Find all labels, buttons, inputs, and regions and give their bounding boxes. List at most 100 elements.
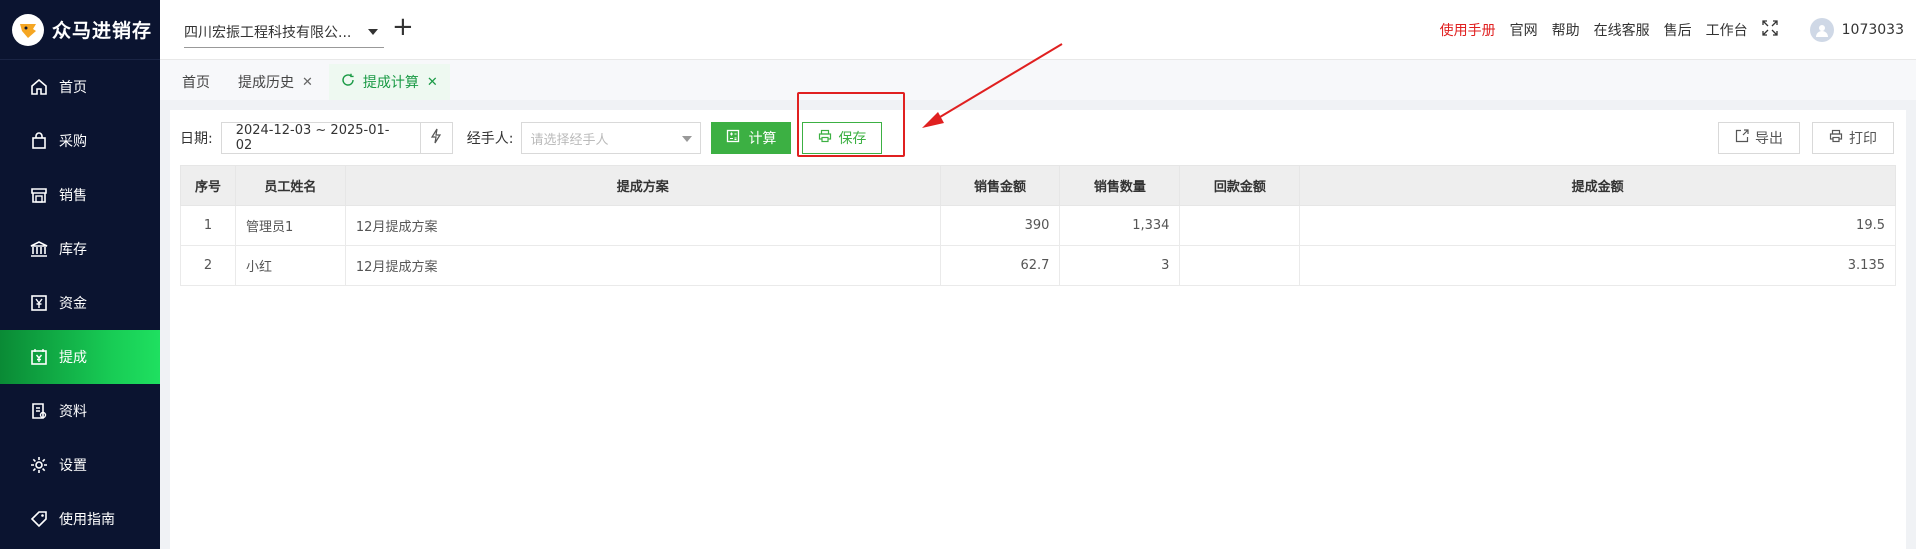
cell-plan: 12月提成方案 bbox=[344, 205, 941, 246]
link-online-support[interactable]: 在线客服 bbox=[1594, 20, 1650, 40]
sidebar-item-label: 库存 bbox=[59, 242, 87, 258]
cell-sales-amount: 390 bbox=[939, 205, 1061, 246]
yuan-icon bbox=[29, 293, 49, 313]
sidebar: 众马进销存 首页 采购 销售 库存 资金 提成 资料 设置 使用指南 bbox=[0, 0, 160, 549]
table-row[interactable]: 2 小红 12月提成方案 62.7 3 3.135 bbox=[180, 245, 1896, 286]
top-bar: 四川宏振工程科技有限公... + 使用手册 官网 帮助 在线客服 售后 工作台 … bbox=[160, 0, 1916, 60]
link-help[interactable]: 帮助 bbox=[1552, 20, 1580, 40]
store-icon bbox=[29, 185, 49, 205]
fullscreen-icon[interactable] bbox=[1761, 20, 1778, 40]
column-header[interactable]: 回款金额 bbox=[1179, 165, 1301, 206]
calculator-icon bbox=[726, 129, 740, 147]
quick-date-button[interactable] bbox=[420, 122, 453, 154]
bank-icon bbox=[29, 239, 49, 259]
commission-table: 序号 员工姓名 提成方案 销售金额 销售数量 回款金额 提成金额 1 管理员1 … bbox=[180, 165, 1896, 286]
user-id: 1073033 bbox=[1841, 22, 1904, 38]
link-after-sales[interactable]: 售后 bbox=[1664, 20, 1692, 40]
sidebar-item-label: 首页 bbox=[59, 80, 87, 96]
sidebar-item-label: 销售 bbox=[59, 188, 87, 204]
document-icon bbox=[29, 401, 49, 421]
calculate-label: 计算 bbox=[748, 131, 777, 147]
link-workbench[interactable]: 工作台 bbox=[1706, 20, 1748, 40]
cell-sales-qty: 1,334 bbox=[1059, 205, 1181, 246]
sidebar-item-label: 提成 bbox=[59, 350, 87, 366]
export-button[interactable]: 导出 bbox=[1718, 122, 1800, 154]
handler-select[interactable]: 请选择经手人 bbox=[521, 122, 702, 154]
column-header[interactable]: 员工姓名 bbox=[234, 165, 346, 206]
sidebar-item-label: 使用指南 bbox=[59, 512, 115, 528]
annotation-highlight-box bbox=[797, 92, 905, 157]
chevron-down-icon bbox=[682, 136, 693, 142]
column-header[interactable]: 销售数量 bbox=[1059, 165, 1181, 206]
date-range-input[interactable]: 2024-12-03 ~ 2025-01-02 bbox=[220, 122, 421, 154]
sidebar-item-funds[interactable]: 资金 bbox=[0, 276, 160, 330]
sidebar-item-settings[interactable]: 设置 bbox=[0, 438, 160, 492]
column-header[interactable]: 提成金额 bbox=[1299, 165, 1896, 206]
app-logo[interactable]: 众马进销存 bbox=[0, 0, 160, 60]
column-header[interactable]: 序号 bbox=[180, 165, 236, 206]
add-company-icon[interactable]: + bbox=[392, 14, 414, 40]
chevron-down-icon bbox=[368, 29, 378, 35]
printer-icon bbox=[1829, 129, 1843, 147]
export-icon bbox=[1735, 129, 1749, 147]
close-icon[interactable]: ✕ bbox=[302, 75, 313, 90]
lightning-icon bbox=[429, 128, 443, 148]
cell-commission-amount: 3.135 bbox=[1299, 245, 1896, 286]
sidebar-item-label: 采购 bbox=[59, 134, 87, 150]
company-name: 四川宏振工程科技有限公... bbox=[184, 25, 352, 41]
sidebar-item-label: 资金 bbox=[59, 296, 87, 312]
sidebar-item-purchase[interactable]: 采购 bbox=[0, 114, 160, 168]
cell-plan: 12月提成方案 bbox=[344, 245, 941, 286]
print-button[interactable]: 打印 bbox=[1812, 122, 1894, 154]
table-row[interactable]: 1 管理员1 12月提成方案 390 1,334 19.5 bbox=[180, 205, 1896, 246]
avatar bbox=[1809, 18, 1834, 42]
date-label: 日期: bbox=[180, 131, 213, 147]
sidebar-item-data[interactable]: 资料 bbox=[0, 384, 160, 438]
cell-commission-amount: 19.5 bbox=[1299, 205, 1896, 246]
export-label: 导出 bbox=[1755, 131, 1783, 147]
main-content: 日期: 2024-12-03 ~ 2025-01-02 经手人: 请选择经手人 … bbox=[170, 110, 1906, 549]
sidebar-item-sales[interactable]: 销售 bbox=[0, 168, 160, 222]
cell-index: 1 bbox=[180, 205, 236, 246]
filter-row: 日期: 2024-12-03 ~ 2025-01-02 经手人: 请选择经手人 … bbox=[180, 120, 1896, 156]
sidebar-item-inventory[interactable]: 库存 bbox=[0, 222, 160, 276]
table-header-row: 序号 员工姓名 提成方案 销售金额 销售数量 回款金额 提成金额 bbox=[180, 165, 1896, 206]
column-header[interactable]: 销售金额 bbox=[939, 165, 1061, 206]
sidebar-item-label: 设置 bbox=[59, 458, 87, 474]
tab-home[interactable]: 首页 bbox=[170, 64, 222, 100]
app-name: 众马进销存 bbox=[52, 20, 153, 42]
gear-icon bbox=[29, 455, 49, 475]
sidebar-item-commission[interactable]: 提成 bbox=[0, 330, 160, 384]
top-links: 使用手册 官网 帮助 在线客服 售后 工作台 1073033 bbox=[1440, 0, 1904, 60]
sidebar-item-guide[interactable]: 使用指南 bbox=[0, 492, 160, 546]
calculate-button[interactable]: 计算 bbox=[711, 122, 792, 154]
sidebar-item-home[interactable]: 首页 bbox=[0, 60, 160, 114]
tab-bar: 首页 提成历史 ✕ 提成计算 ✕ bbox=[160, 60, 1916, 100]
refresh-icon[interactable] bbox=[341, 73, 355, 91]
tab-commission-calc[interactable]: 提成计算 ✕ bbox=[328, 64, 450, 100]
cell-index: 2 bbox=[180, 245, 236, 286]
sidebar-item-label: 资料 bbox=[59, 404, 87, 420]
tab-label: 提成历史 bbox=[238, 75, 294, 91]
user-menu[interactable]: 1073033 bbox=[1809, 18, 1904, 42]
cell-sales-amount: 62.7 bbox=[939, 245, 1061, 286]
company-select[interactable]: 四川宏振工程科技有限公... bbox=[184, 18, 384, 48]
tab-commission-history[interactable]: 提成历史 ✕ bbox=[226, 64, 325, 100]
cell-employee: 管理员1 bbox=[234, 205, 346, 246]
date-range-value: 2024-12-03 ~ 2025-01-02 bbox=[235, 123, 390, 153]
handler-label: 经手人: bbox=[466, 131, 514, 147]
tag-icon bbox=[29, 509, 49, 529]
handler-placeholder: 请选择经手人 bbox=[530, 132, 609, 148]
home-icon bbox=[29, 77, 49, 97]
link-user-manual[interactable]: 使用手册 bbox=[1440, 20, 1496, 40]
tab-label: 提成计算 bbox=[362, 75, 419, 91]
bag-icon bbox=[29, 131, 49, 151]
cell-payment-amount bbox=[1179, 245, 1301, 286]
calendar-yuan-icon bbox=[29, 347, 49, 367]
cell-sales-qty: 3 bbox=[1059, 245, 1181, 286]
close-icon[interactable]: ✕ bbox=[427, 75, 438, 90]
link-official-site[interactable]: 官网 bbox=[1510, 20, 1538, 40]
column-header[interactable]: 提成方案 bbox=[344, 165, 941, 206]
print-label: 打印 bbox=[1849, 131, 1877, 147]
logo-icon bbox=[12, 13, 44, 46]
